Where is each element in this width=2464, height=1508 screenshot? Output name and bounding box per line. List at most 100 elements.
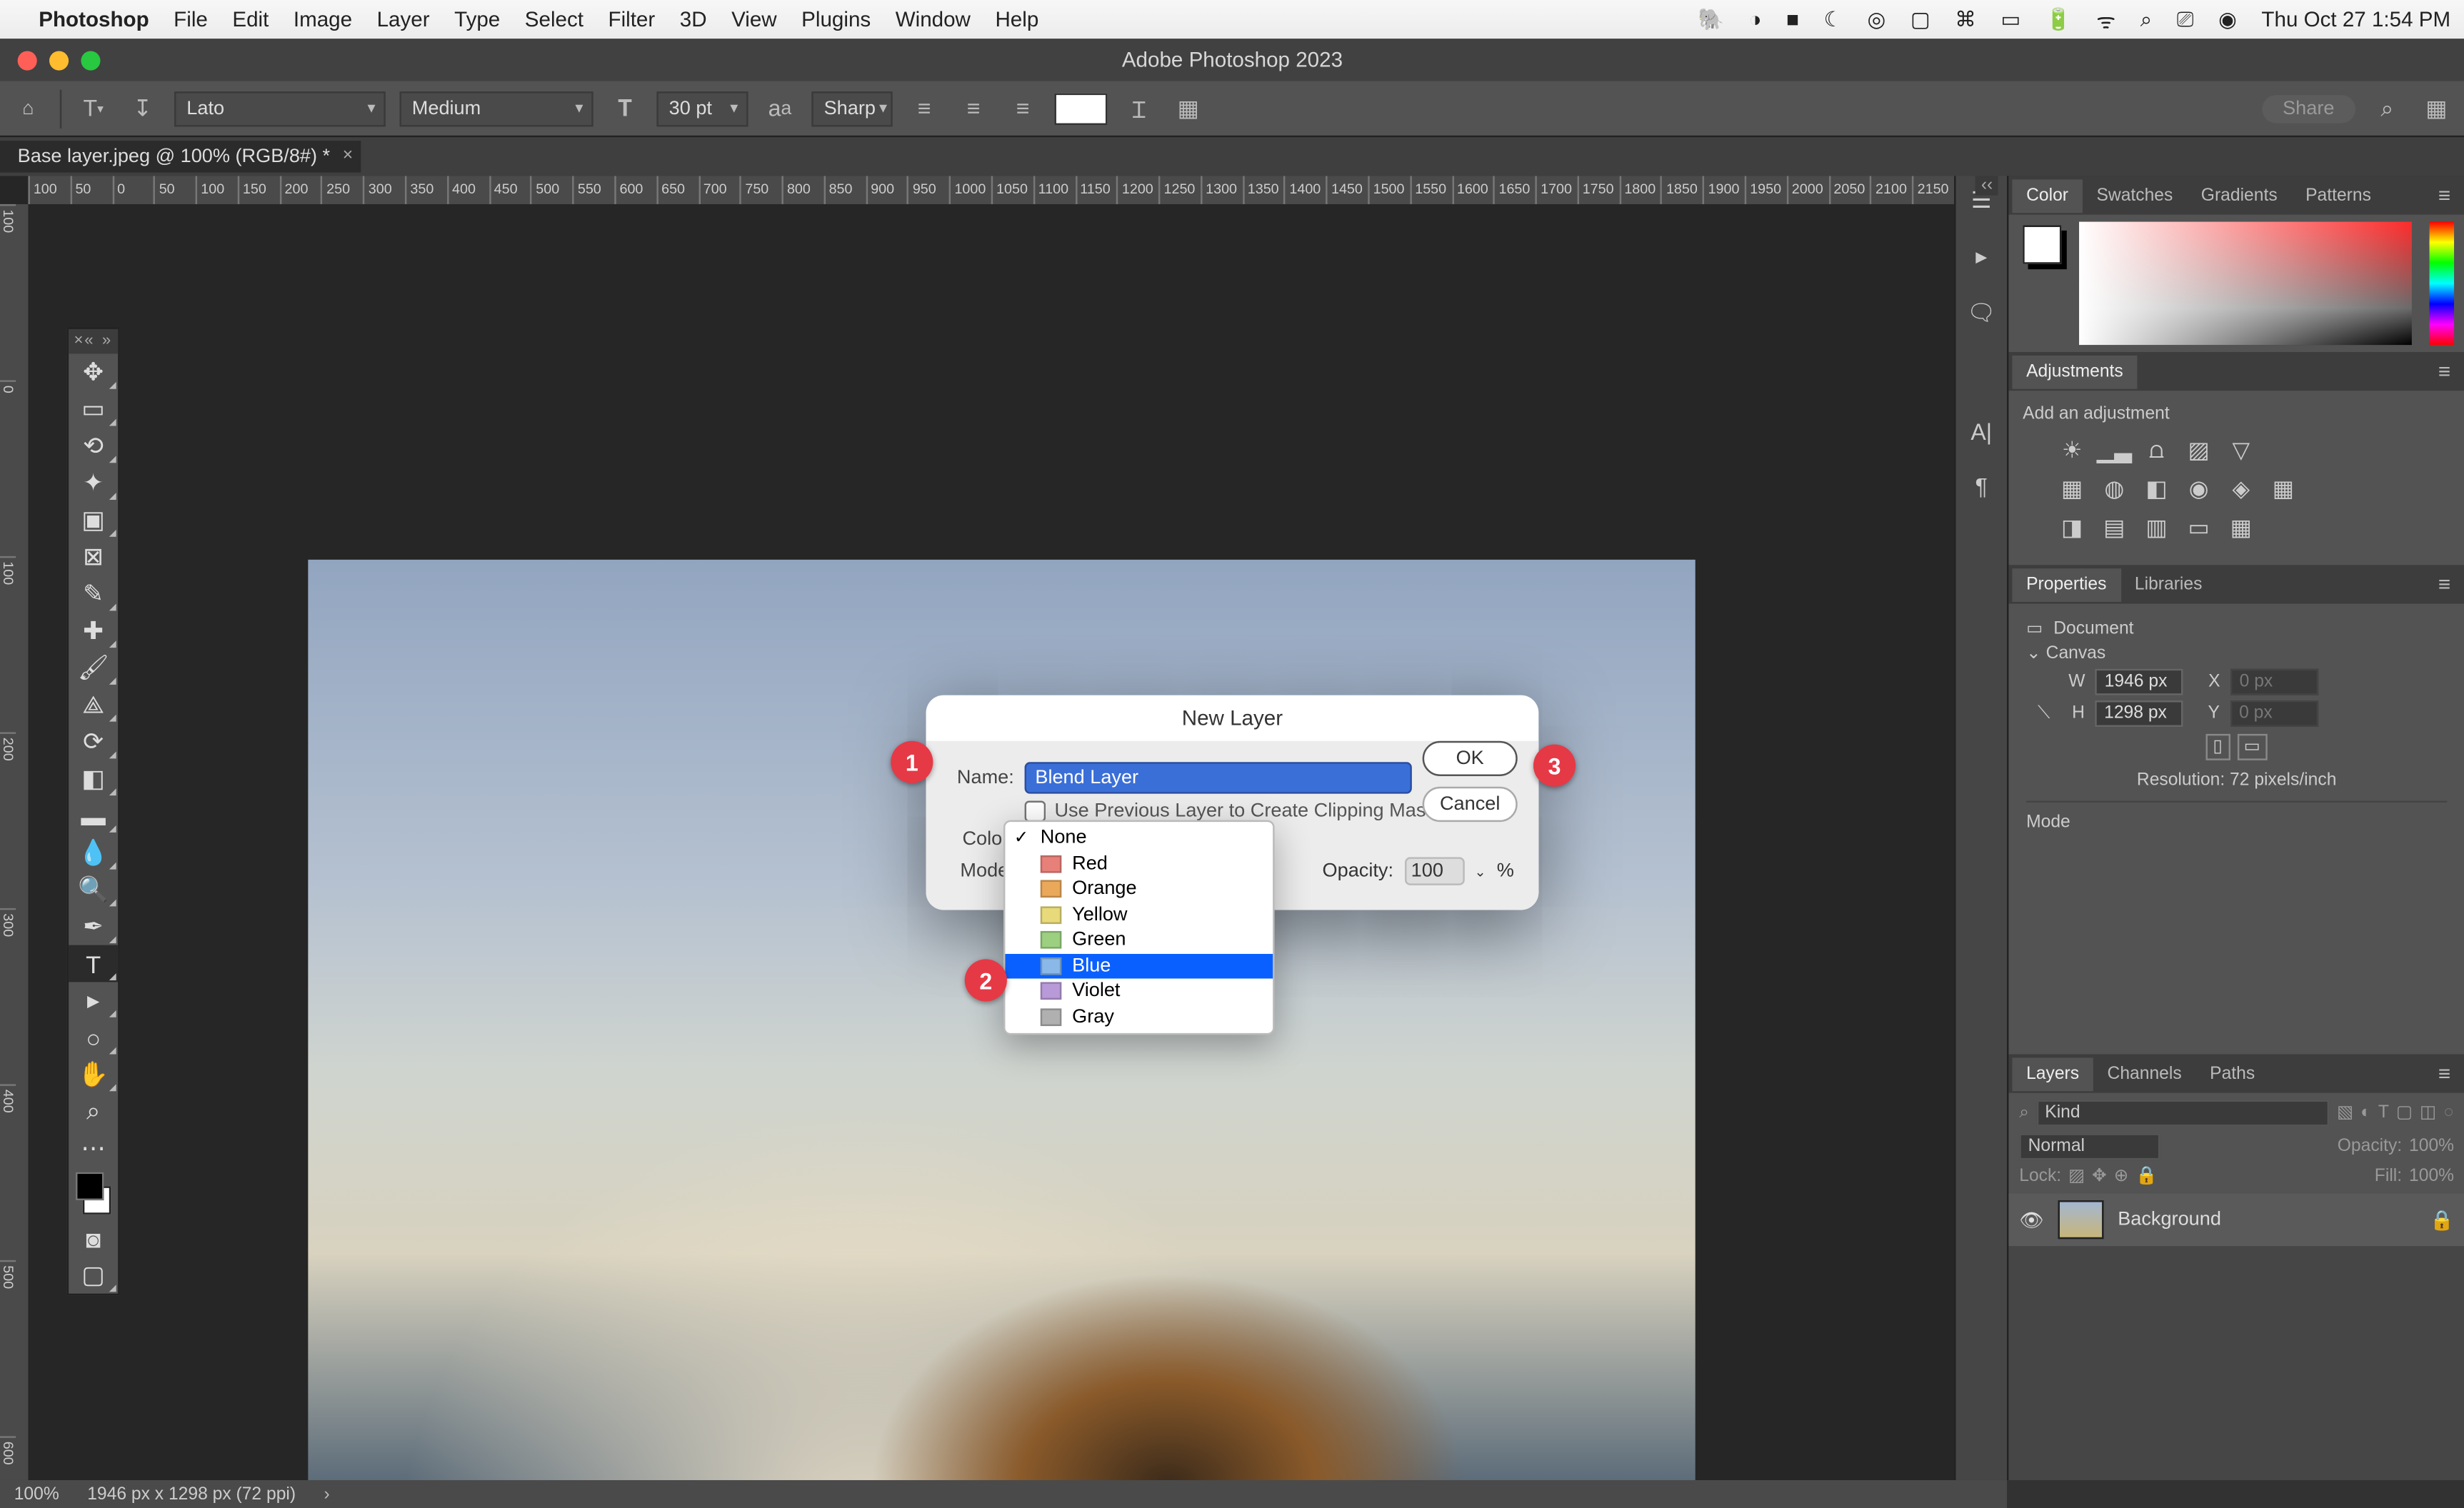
healing-tool-icon[interactable]: ✚ xyxy=(69,613,118,650)
zoom-tool-icon[interactable]: ⌕ xyxy=(69,1093,118,1130)
filter-pixel-icon[interactable]: ▧ xyxy=(2337,1103,2353,1122)
lock-pixels-icon[interactable]: ▨ xyxy=(2068,1167,2085,1186)
status-bluetooth-icon[interactable]: ⌘ xyxy=(1955,7,1976,32)
zoom-level[interactable]: 100% xyxy=(14,1484,59,1504)
menu-filter[interactable]: Filter xyxy=(609,7,656,32)
layer-item[interactable]: 👁 Background 🔒 xyxy=(2008,1193,2464,1246)
pen-tool-icon[interactable]: ✒ xyxy=(69,908,118,945)
menu-type[interactable]: Type xyxy=(454,7,500,32)
history-brush-icon[interactable]: ⟳ xyxy=(69,723,118,760)
height-field[interactable]: 1298 px xyxy=(2095,700,2183,727)
menu-help[interactable]: Help xyxy=(995,7,1038,32)
antialias-select[interactable]: Sharp▾ xyxy=(811,91,892,126)
blend-mode-select[interactable]: Normal xyxy=(2019,1133,2160,1160)
bw-icon[interactable]: ◧ xyxy=(2143,476,2170,503)
eyedropper-tool-icon[interactable]: ✎ xyxy=(69,575,118,613)
eraser-tool-icon[interactable]: ◧ xyxy=(69,760,118,798)
status-search-icon[interactable]: ⌕ xyxy=(2140,6,2153,33)
status-flyout-icon[interactable]: › xyxy=(324,1484,330,1504)
menu-3d[interactable]: 3D xyxy=(680,7,707,32)
gradient-tool-icon[interactable]: ▬ xyxy=(69,798,118,835)
color-field[interactable] xyxy=(2079,222,2412,346)
lock-icon[interactable]: 🔒 xyxy=(2430,1208,2454,1231)
wand-tool-icon[interactable]: ✦ xyxy=(69,465,118,502)
status-moon-icon[interactable]: ☾ xyxy=(1823,7,1843,32)
shape-tool-icon[interactable]: ○ xyxy=(69,1019,118,1056)
foreground-swatch[interactable] xyxy=(2023,226,2061,264)
menu-layer[interactable]: Layer xyxy=(377,7,430,32)
color-option-gray[interactable]: Gray xyxy=(1005,1004,1273,1030)
status-facetime-icon[interactable]: ■ xyxy=(1786,7,1799,32)
lock-position-icon[interactable]: ✥ xyxy=(2092,1167,2107,1186)
comments-panel-icon[interactable]: 🗨 xyxy=(1967,299,1996,327)
hand-tool-icon[interactable]: ✋ xyxy=(69,1056,118,1093)
dodge-tool-icon[interactable]: 🔍 xyxy=(69,871,118,908)
opacity-input[interactable]: 100 xyxy=(1404,857,1464,885)
align-center-icon[interactable]: ≡ xyxy=(956,91,991,126)
levels-icon[interactable]: ▁▃ xyxy=(2100,436,2128,464)
color-lookup-icon[interactable]: ▦ xyxy=(2269,476,2297,503)
invert-icon[interactable]: ◨ xyxy=(2058,514,2085,542)
menu-view[interactable]: View xyxy=(731,7,777,32)
home-icon[interactable]: ⌂ xyxy=(11,91,46,126)
opacity-field[interactable]: 100% xyxy=(2409,1137,2454,1156)
photo-filter-icon[interactable]: ◉ xyxy=(2185,476,2213,503)
orientation-icon[interactable]: ↧ xyxy=(125,91,160,126)
workspace-switcher-icon[interactable]: ▦ xyxy=(2419,91,2454,126)
color-option-yellow[interactable]: Yellow xyxy=(1005,902,1273,928)
font-size-select[interactable]: 30 pt▾ xyxy=(656,91,748,126)
status-elephant-icon[interactable]: 🐘 xyxy=(1698,7,1724,32)
collapse-panels-icon[interactable]: ‹‹ xyxy=(1975,176,1998,195)
close-window-button[interactable] xyxy=(18,50,37,69)
character-panel-icon[interactable]: ▦ xyxy=(1171,91,1206,126)
zoom-window-button[interactable] xyxy=(81,50,100,69)
threshold-icon[interactable]: ▥ xyxy=(2143,514,2170,542)
tool-palette[interactable]: × ✥ ▭ ⟲ ✦ ▣ ⊠ ✎ ✚ 🖌 ⟁ ⟳ ◧ ▬ 💧 🔍 ✒ T ▸ ○ … xyxy=(67,327,120,1295)
tab-properties[interactable]: Properties xyxy=(2012,568,2120,601)
status-battery-icon[interactable]: 🔋 xyxy=(2045,7,2072,32)
menu-image[interactable]: Image xyxy=(294,7,352,32)
filter-shape-icon[interactable]: ▢ xyxy=(2396,1103,2413,1122)
layer-list[interactable]: 👁 Background 🔒 xyxy=(2008,1193,2464,1480)
menubar-clock[interactable]: Thu Oct 27 1:54 PM xyxy=(2261,7,2450,32)
layer-thumbnail[interactable] xyxy=(2058,1200,2103,1239)
exposure-icon[interactable]: ▨ xyxy=(2185,436,2213,464)
align-left-icon[interactable]: ≡ xyxy=(906,91,941,126)
status-rings-icon[interactable]: ◎ xyxy=(1867,7,1885,32)
color-option-green[interactable]: Green xyxy=(1005,928,1273,953)
marquee-tool-icon[interactable]: ▭ xyxy=(69,391,118,428)
adjustments-panel-menu-icon[interactable]: ≡ xyxy=(2428,359,2461,384)
status-wifi-icon[interactable]: ᯤ xyxy=(2096,4,2115,34)
visibility-icon[interactable]: 👁 xyxy=(2019,1208,2043,1231)
landscape-icon[interactable]: ▭ xyxy=(2237,734,2268,760)
status-cloud-icon[interactable]: ◑ xyxy=(1749,7,1762,32)
lock-all-icon[interactable]: 🔒 xyxy=(2135,1167,2158,1186)
filter-kind-select[interactable]: Kind xyxy=(2036,1100,2330,1127)
status-siri-icon[interactable]: ◉ xyxy=(2218,7,2237,32)
portrait-icon[interactable]: ▯ xyxy=(2206,734,2230,760)
filter-smart-icon[interactable]: ◫ xyxy=(2420,1103,2436,1122)
layer-name-input[interactable]: Blend Layer xyxy=(1025,762,1412,793)
lock-artboard-icon[interactable]: ⊕ xyxy=(2114,1167,2129,1186)
tab-color[interactable]: Color xyxy=(2012,179,2082,212)
posterize-icon[interactable]: ▤ xyxy=(2100,514,2128,542)
status-screen-icon[interactable]: ▢ xyxy=(1910,7,1930,32)
brush-tool-icon[interactable]: 🖌 xyxy=(69,650,118,687)
tab-channels[interactable]: Channels xyxy=(2093,1057,2196,1090)
align-right-icon[interactable]: ≡ xyxy=(1005,91,1040,126)
frame-tool-icon[interactable]: ⊠ xyxy=(69,538,118,575)
ok-button[interactable]: OK xyxy=(1423,741,1518,776)
tab-gradients[interactable]: Gradients xyxy=(2187,179,2291,212)
link-icon[interactable]: ⟍ xyxy=(2026,704,2061,723)
fill-field[interactable]: 100% xyxy=(2409,1167,2454,1186)
color-option-blue[interactable]: Blue xyxy=(1005,953,1273,979)
clipping-mask-box[interactable] xyxy=(1025,801,1046,823)
status-control-icon[interactable]: ⎚ xyxy=(2177,6,2194,33)
edit-toolbar-icon[interactable]: ⋯ xyxy=(69,1130,118,1167)
color-dropdown-menu[interactable]: None RedOrangeYellowGreenBlueVioletGray xyxy=(1003,820,1275,1035)
brightness-icon[interactable]: ☀ xyxy=(2058,436,2085,464)
color-option-violet[interactable]: Violet xyxy=(1005,978,1273,1004)
blur-tool-icon[interactable]: 💧 xyxy=(69,834,118,871)
tab-swatches[interactable]: Swatches xyxy=(2083,179,2187,212)
color-panel-menu-icon[interactable]: ≡ xyxy=(2428,183,2461,208)
